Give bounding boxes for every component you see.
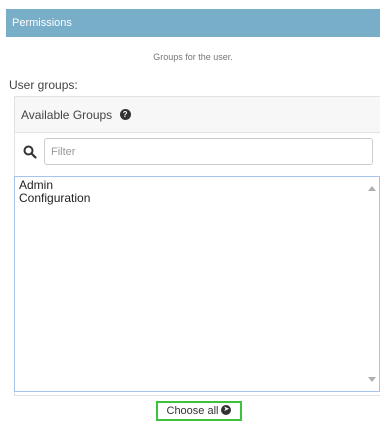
- list-scrollbar[interactable]: [365, 177, 379, 391]
- arrow-circle-right-icon: ➤: [221, 405, 232, 416]
- question-circle-icon[interactable]: ?: [119, 109, 131, 121]
- scroll-up-arrow-icon[interactable]: [368, 186, 376, 191]
- choose-all-button[interactable]: Choose all ➤: [156, 401, 242, 421]
- permissions-header: Permissions: [6, 9, 380, 37]
- scroll-down-arrow-icon[interactable]: [368, 377, 376, 382]
- field-help-text: Groups for the user.: [153, 52, 233, 62]
- list-item-configuration[interactable]: Configuration: [15, 192, 379, 205]
- choose-all-label: Choose all: [166, 405, 219, 417]
- user-groups-label: User groups:: [9, 78, 78, 92]
- permissions-title: Permissions: [12, 17, 72, 29]
- search-icon: [23, 145, 37, 159]
- available-groups-list[interactable]: Admin Configuration: [14, 176, 380, 392]
- available-groups-title-bar: Available Groups ?: [15, 97, 380, 133]
- filter-row: [15, 134, 380, 171]
- filter-input[interactable]: [44, 138, 373, 165]
- available-groups-title: Available Groups: [21, 108, 113, 122]
